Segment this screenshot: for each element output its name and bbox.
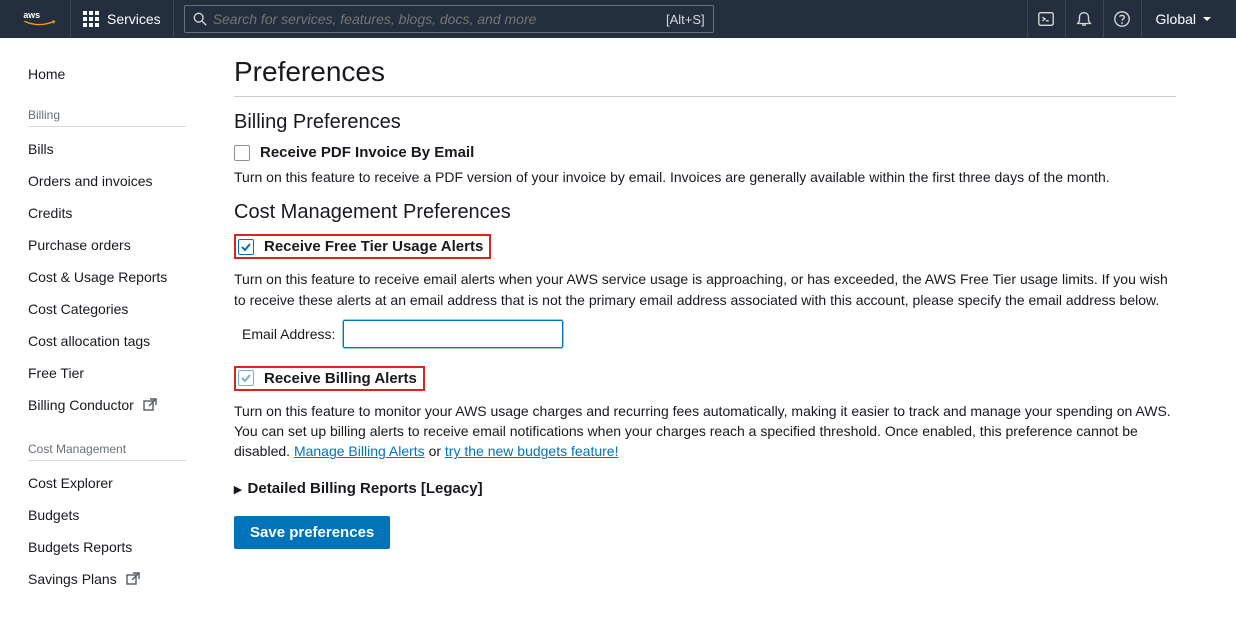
help-icon[interactable] — [1103, 0, 1141, 38]
or-text: or — [425, 443, 445, 459]
save-preferences-button[interactable]: Save preferences — [234, 516, 390, 549]
billing-alerts-label: Receive Billing Alerts — [264, 370, 417, 387]
search-box[interactable]: [Alt+S] — [184, 5, 714, 33]
external-link-icon — [142, 397, 158, 416]
manage-billing-alerts-link[interactable]: Manage Billing Alerts — [294, 443, 425, 459]
aws-logo[interactable]: aws — [10, 0, 71, 38]
search-input[interactable] — [213, 11, 666, 27]
sidebar-item-savings-plans[interactable]: Savings Plans — [28, 563, 186, 598]
billing-conductor-label: Billing Conductor — [28, 397, 134, 413]
email-row: Email Address: — [234, 320, 1176, 348]
try-budgets-link[interactable]: try the new budgets feature! — [445, 443, 619, 459]
sidebar-section-costmgmt: Cost Management — [28, 432, 186, 461]
pdf-invoice-label: Receive PDF Invoice By Email — [260, 144, 474, 161]
sidebar-item-billing-conductor[interactable]: Billing Conductor — [28, 389, 186, 424]
notifications-icon[interactable] — [1065, 0, 1103, 38]
sidebar-item-cost-explorer[interactable]: Cost Explorer — [28, 467, 186, 499]
region-label: Global — [1156, 11, 1196, 27]
billing-alerts-checkbox[interactable] — [238, 370, 254, 386]
svg-text:aws: aws — [23, 10, 40, 20]
services-label: Services — [107, 11, 161, 27]
caret-down-icon — [1202, 14, 1212, 24]
pdf-invoice-row: Receive PDF Invoice By Email — [234, 144, 1176, 161]
sidebar-item-budgets-reports[interactable]: Budgets Reports — [28, 531, 186, 563]
sidebar-item-purchase-orders[interactable]: Purchase orders — [28, 229, 186, 261]
cost-mgmt-prefs-heading: Cost Management Preferences — [234, 201, 1176, 224]
region-selector[interactable]: Global — [1141, 0, 1226, 38]
billing-alerts-desc: Turn on this feature to monitor your AWS… — [234, 401, 1176, 462]
detailed-billing-reports-label: Detailed Billing Reports [Legacy] — [248, 480, 483, 497]
sidebar-item-home[interactable]: Home — [28, 58, 186, 90]
freetier-alerts-desc: Turn on this feature to receive email al… — [234, 269, 1176, 310]
sidebar-section-billing: Billing — [28, 98, 186, 127]
freetier-alerts-checkbox[interactable] — [238, 239, 254, 255]
sidebar-item-orders[interactable]: Orders and invoices — [28, 165, 186, 197]
page-title: Preferences — [234, 56, 1176, 97]
header-right: Global — [1027, 0, 1226, 38]
top-nav: aws Services [Alt+S] Global — [0, 0, 1236, 38]
external-link-icon — [125, 571, 141, 590]
sidebar-item-credits[interactable]: Credits — [28, 197, 186, 229]
sidebar-item-cost-categories[interactable]: Cost Categories — [28, 293, 186, 325]
main-content: Preferences Billing Preferences Receive … — [210, 38, 1236, 618]
search-icon — [193, 12, 207, 26]
sidebar-item-cost-usage-reports[interactable]: Cost & Usage Reports — [28, 261, 186, 293]
triangle-right-icon: ▸ — [234, 480, 242, 498]
cloudshell-icon[interactable] — [1027, 0, 1065, 38]
email-label: Email Address: — [242, 326, 335, 342]
sidebar-item-bills[interactable]: Bills — [28, 133, 186, 165]
services-menu-button[interactable]: Services — [71, 0, 174, 38]
search-shortcut: [Alt+S] — [666, 12, 705, 27]
detailed-billing-reports-toggle[interactable]: ▸ Detailed Billing Reports [Legacy] — [234, 480, 1176, 498]
billing-alerts-row: Receive Billing Alerts — [234, 366, 425, 391]
email-input[interactable] — [343, 320, 563, 348]
pdf-invoice-desc: Turn on this feature to receive a PDF ve… — [234, 167, 1176, 187]
billing-prefs-heading: Billing Preferences — [234, 111, 1176, 134]
sidebar-item-cost-allocation-tags[interactable]: Cost allocation tags — [28, 325, 186, 357]
sidebar-item-free-tier[interactable]: Free Tier — [28, 357, 186, 389]
pdf-invoice-checkbox[interactable] — [234, 145, 250, 161]
sidebar-item-budgets[interactable]: Budgets — [28, 499, 186, 531]
freetier-alerts-row: Receive Free Tier Usage Alerts — [234, 234, 491, 259]
freetier-alerts-label: Receive Free Tier Usage Alerts — [264, 238, 483, 255]
grid-icon — [83, 11, 99, 27]
sidebar: Home Billing Bills Orders and invoices C… — [0, 38, 210, 618]
